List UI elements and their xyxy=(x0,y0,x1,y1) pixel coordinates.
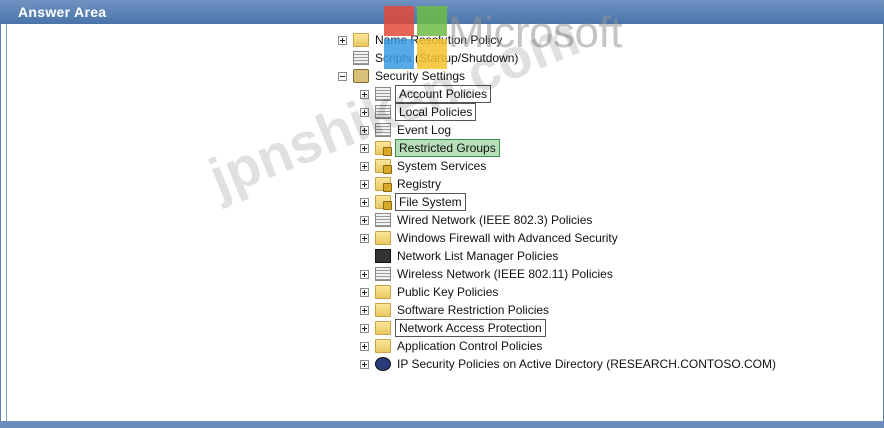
tree-item-system-services[interactable]: System Services xyxy=(360,157,878,175)
firewall-icon xyxy=(375,231,391,245)
collapse-icon[interactable] xyxy=(338,71,347,81)
tree-item-account-policies[interactable]: Account Policies xyxy=(360,85,878,103)
tree-item-label: Wireless Network (IEEE 802.11) Policies xyxy=(397,267,613,281)
tree-item-label: System Services xyxy=(397,159,487,173)
panel-left-border xyxy=(6,24,7,422)
expand-icon[interactable] xyxy=(360,233,369,243)
tree-item-label: Public Key Policies xyxy=(397,285,499,299)
wired-network-icon xyxy=(375,213,391,227)
tree-item-name-resolution-policy[interactable]: Name Resolution Policy xyxy=(338,31,878,49)
locked-folder-icon xyxy=(375,195,392,210)
folder-icon xyxy=(375,321,391,335)
expand-icon[interactable] xyxy=(360,305,369,315)
tree-item-label: Software Restriction Policies xyxy=(397,303,550,317)
ipsec-icon xyxy=(375,357,391,371)
tree-item-label: Account Policies xyxy=(395,85,492,103)
expand-icon[interactable] xyxy=(338,35,347,45)
tree-item-label: Network Access Protection xyxy=(395,319,546,337)
policy-doc-icon xyxy=(375,105,391,119)
tree-item-label: File System xyxy=(395,193,466,211)
tree-item-label: Network List Manager Policies xyxy=(397,249,559,263)
tree-item-restricted-groups[interactable]: Restricted Groups xyxy=(360,139,878,157)
tree-item-network-list-manager[interactable]: Network List Manager Policies xyxy=(360,247,878,265)
expand-icon[interactable] xyxy=(360,323,369,333)
locked-folder-icon xyxy=(375,159,392,174)
folder-icon xyxy=(375,303,391,317)
tree-item-public-key-policies[interactable]: Public Key Policies xyxy=(360,283,878,301)
tree-item-label: IP Security Policies on Active Directory… xyxy=(397,357,776,371)
expand-icon[interactable] xyxy=(360,287,369,297)
expand-icon[interactable] xyxy=(360,341,369,351)
policy-tree: Name Resolution Policy Scripts (Startup/… xyxy=(338,31,878,373)
expand-icon[interactable] xyxy=(360,197,369,207)
tree-item-scripts[interactable]: Scripts (Startup/Shutdown) xyxy=(338,49,878,67)
expand-icon[interactable] xyxy=(360,215,369,225)
panel-bottom-border xyxy=(0,421,884,428)
tree-item-software-restriction-policies[interactable]: Software Restriction Policies xyxy=(360,301,878,319)
tree-item-label: Scripts (Startup/Shutdown) xyxy=(375,51,519,65)
folder-icon xyxy=(375,339,391,353)
tree-item-label: Name Resolution Policy xyxy=(375,33,503,47)
tree-item-registry[interactable]: Registry xyxy=(360,175,878,193)
tree-item-windows-firewall[interactable]: Windows Firewall with Advanced Security xyxy=(360,229,878,247)
policy-doc-icon xyxy=(375,87,391,101)
tree-item-network-access-protection[interactable]: Network Access Protection xyxy=(360,319,878,337)
tree-item-label: Local Policies xyxy=(395,103,477,121)
tree-item-security-settings[interactable]: Security Settings xyxy=(338,67,878,85)
folder-icon xyxy=(375,285,391,299)
expand-icon[interactable] xyxy=(360,89,369,99)
tree-item-label: Registry xyxy=(397,177,442,191)
tree-item-event-log[interactable]: Event Log xyxy=(360,121,878,139)
tree-item-label: Wired Network (IEEE 802.3) Policies xyxy=(397,213,593,227)
script-icon xyxy=(353,51,369,65)
policy-doc-icon xyxy=(375,123,391,137)
tree-item-local-policies[interactable]: Local Policies xyxy=(360,103,878,121)
expand-icon[interactable] xyxy=(360,107,369,117)
security-settings-icon xyxy=(353,69,369,83)
tree-item-wireless-network-policies[interactable]: Wireless Network (IEEE 802.11) Policies xyxy=(360,265,878,283)
tree-item-wired-network-policies[interactable]: Wired Network (IEEE 802.3) Policies xyxy=(360,211,878,229)
network-list-icon xyxy=(375,249,391,263)
tree-item-ip-security-policies[interactable]: IP Security Policies on Active Directory… xyxy=(360,355,878,373)
tree-item-application-control-policies[interactable]: Application Control Policies xyxy=(360,337,878,355)
locked-folder-icon xyxy=(375,177,392,192)
expand-icon[interactable] xyxy=(360,143,369,153)
folder-icon xyxy=(353,33,369,47)
tree-item-label: Windows Firewall with Advanced Security xyxy=(397,231,618,245)
answer-area-title: Answer Area xyxy=(0,0,884,24)
tree-item-label: Event Log xyxy=(397,123,452,137)
expand-icon[interactable] xyxy=(360,179,369,189)
expand-icon[interactable] xyxy=(360,161,369,171)
tree-item-file-system[interactable]: File System xyxy=(360,193,878,211)
expand-icon[interactable] xyxy=(360,125,369,135)
tree-item-label: Security Settings xyxy=(375,69,466,83)
expand-icon[interactable] xyxy=(360,359,369,369)
wireless-network-icon xyxy=(375,267,391,281)
expand-icon[interactable] xyxy=(360,269,369,279)
locked-folder-icon xyxy=(375,141,392,156)
tree-item-label: Application Control Policies xyxy=(397,339,543,353)
tree-item-label: Restricted Groups xyxy=(395,139,500,157)
